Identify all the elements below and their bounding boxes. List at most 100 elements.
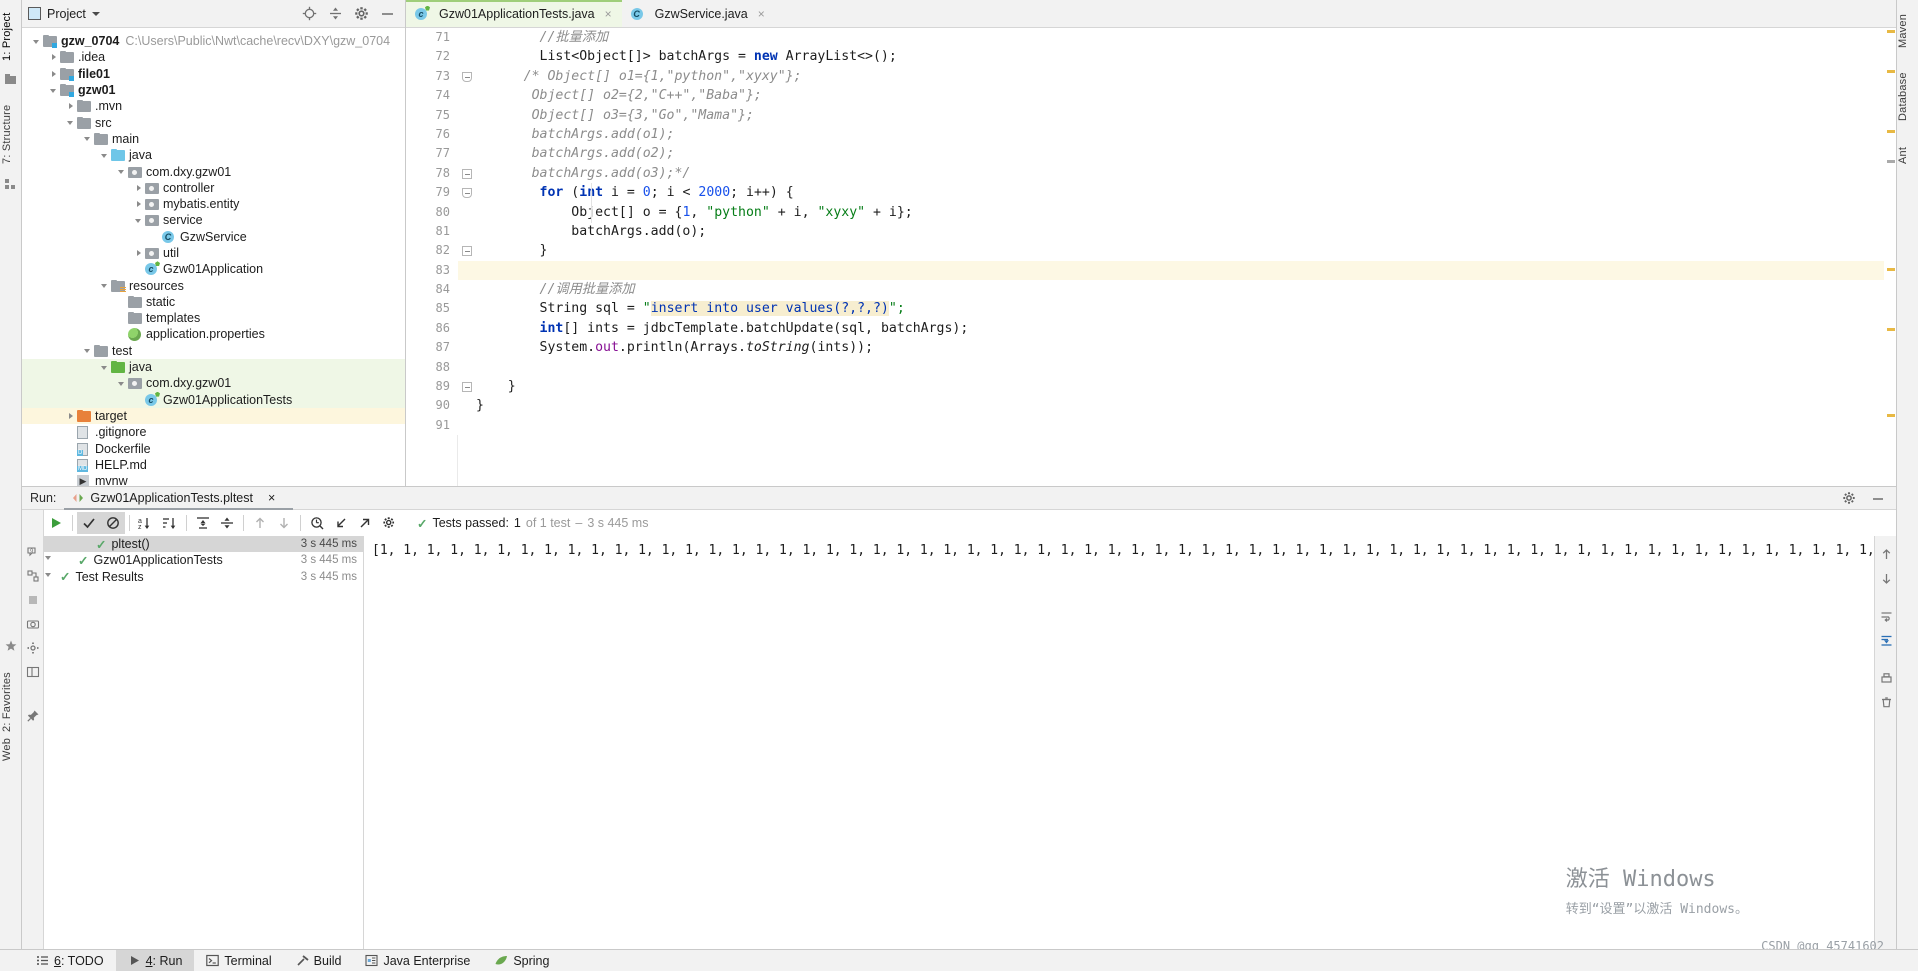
- tree-expand-arrow[interactable]: [100, 362, 111, 373]
- pin-icon[interactable]: [22, 704, 44, 728]
- fold-gutter[interactable]: [458, 183, 476, 202]
- collapse-frame-icon[interactable]: 9: [22, 540, 44, 564]
- editor-tab[interactable]: c Gzw01ApplicationTests.java ×: [406, 0, 622, 27]
- fold-gutter[interactable]: [458, 377, 476, 396]
- project-tree-item[interactable]: controller: [22, 180, 405, 196]
- fold-gutter[interactable]: [458, 396, 476, 415]
- project-tree-item[interactable]: util: [22, 245, 405, 261]
- fold-gutter[interactable]: [458, 125, 476, 144]
- run-side-toolbar[interactable]: 9: [22, 510, 44, 957]
- tree-expand-arrow[interactable]: [117, 313, 128, 324]
- console-output-panel[interactable]: [1, 1, 1, 1, 1, 1, 1, 1, 1, 1, 1, 1, 1, …: [364, 536, 1896, 957]
- code-line[interactable]: 84 //调用批量添加: [406, 280, 1896, 300]
- tree-expand-arrow[interactable]: [66, 101, 77, 112]
- sidebar-tab-ant[interactable]: Ant: [1897, 140, 1917, 170]
- scroll-to-end-icon[interactable]: [1875, 628, 1896, 652]
- project-tree-item[interactable]: main: [22, 131, 405, 147]
- tree-expand-arrow[interactable]: [134, 394, 145, 405]
- locate-icon[interactable]: [302, 6, 317, 21]
- project-tree-item[interactable]: c Gzw01Application: [22, 261, 405, 277]
- fold-gutter[interactable]: [458, 280, 476, 299]
- tree-expand-arrow[interactable]: [83, 133, 94, 144]
- settings-icon[interactable]: [22, 636, 44, 660]
- tree-expand-arrow[interactable]: [117, 329, 128, 340]
- code-line[interactable]: 79 for (int i = 0; i < 2000; i++) {: [406, 183, 1896, 203]
- fold-gutter[interactable]: [458, 203, 476, 222]
- settings-gear-icon[interactable]: [1842, 491, 1857, 506]
- tree-expand-arrow[interactable]: [134, 248, 145, 259]
- close-icon[interactable]: ×: [259, 491, 285, 505]
- test-results-tree[interactable]: ✓ pltest() 3 s 445 ms ✓ Gzw01ApplicationTest…: [44, 536, 436, 957]
- fold-gutter[interactable]: [458, 319, 476, 338]
- show-passed-icon[interactable]: [77, 512, 101, 534]
- tree-expand-arrow[interactable]: [32, 36, 43, 47]
- camera-icon[interactable]: [22, 612, 44, 636]
- status-bar-item-build[interactable]: Build: [284, 950, 354, 971]
- fold-gutter[interactable]: [458, 222, 476, 241]
- run-configuration-tab[interactable]: Gzw01ApplicationTests.pltest ×: [64, 486, 294, 510]
- project-tree-item[interactable]: test: [22, 343, 405, 359]
- project-tree-item[interactable]: .mvn: [22, 98, 405, 114]
- import-icon[interactable]: [329, 512, 353, 534]
- project-tree-item[interactable]: mybatis.entity: [22, 196, 405, 212]
- code-line[interactable]: 85 String sql = "insert into user values…: [406, 299, 1896, 319]
- marker-info[interactable]: [1887, 160, 1895, 163]
- fold-gutter[interactable]: [458, 67, 476, 86]
- tree-expand-arrow[interactable]: [117, 166, 128, 177]
- fold-gutter[interactable]: [458, 164, 476, 183]
- editor-tab-bar[interactable]: c Gzw01ApplicationTests.java × C GzwService.…: [406, 0, 1896, 28]
- code-line[interactable]: 83: [406, 260, 1896, 281]
- fold-gutter[interactable]: [458, 358, 476, 377]
- layout-icon[interactable]: [22, 660, 44, 684]
- status-bar-item-java-enterprise[interactable]: Java Enterprise: [353, 950, 482, 971]
- code-line[interactable]: 89 }: [406, 377, 1896, 397]
- marker-warning[interactable]: [1887, 130, 1895, 133]
- settings-gear-icon[interactable]: [377, 512, 401, 534]
- project-tree-item[interactable]: MD HELP.md: [22, 457, 405, 473]
- tree-expand-arrow[interactable]: [49, 68, 60, 79]
- fold-gutter[interactable]: [458, 416, 476, 435]
- project-tree-item[interactable]: resources: [22, 277, 405, 293]
- project-tree-item[interactable]: .gitignore: [22, 424, 405, 440]
- sort-alpha-icon[interactable]: az: [134, 512, 158, 534]
- scroll-down-icon[interactable]: [1875, 566, 1896, 590]
- scroll-up-icon[interactable]: [1875, 542, 1896, 566]
- marker-warning[interactable]: [1887, 328, 1895, 331]
- project-tree-item[interactable]: java: [22, 358, 405, 376]
- stop-icon[interactable]: [22, 588, 44, 612]
- code-line[interactable]: 73 /* Object[] o1={1,"python","xyxy"};: [406, 66, 1896, 87]
- print-icon[interactable]: [1875, 666, 1896, 690]
- project-tree-item[interactable]: service: [22, 212, 405, 228]
- status-bar-item-6-todo[interactable]: 6: TODO: [24, 950, 116, 971]
- project-tree-item[interactable]: gzw01: [22, 82, 405, 98]
- tree-expand-arrow[interactable]: [134, 215, 145, 226]
- fold-region-icon[interactable]: [462, 382, 472, 393]
- tree-expand-arrow[interactable]: [134, 264, 145, 275]
- ignore-tests-icon[interactable]: [101, 512, 125, 534]
- tree-expand-arrow[interactable]: [66, 410, 77, 421]
- code-line[interactable]: 90}: [406, 396, 1896, 416]
- project-tree-item[interactable]: templates: [22, 310, 405, 326]
- code-editor[interactable]: 71 //批量添加 72 List<Object[]> batchArgs = n…: [406, 28, 1896, 486]
- project-tree-item[interactable]: D Dockerfile: [22, 440, 405, 456]
- editor-tab[interactable]: C GzwService.java ×: [622, 0, 775, 27]
- tree-expand-arrow[interactable]: [83, 345, 94, 356]
- code-line[interactable]: 87 System.out.println(Arrays.toString(in…: [406, 338, 1896, 358]
- code-line[interactable]: 75 Object[] o3={3,"Go","Mama"};: [406, 105, 1896, 125]
- code-line[interactable]: 86 int[] ints = jdbcTemplate.batchUpdate…: [406, 318, 1896, 339]
- project-tree-item[interactable]: static: [22, 294, 405, 310]
- fold-gutter[interactable]: [458, 86, 476, 105]
- rerun-failed-icon[interactable]: [22, 564, 44, 588]
- tree-expand-arrow[interactable]: [134, 182, 145, 193]
- code-line[interactable]: 74 Object[] o2={2,"C++","Baba"};: [406, 86, 1896, 106]
- settings-gear-icon[interactable]: [354, 6, 369, 21]
- collapse-all-icon[interactable]: [215, 512, 239, 534]
- fold-gutter[interactable]: [458, 261, 476, 280]
- code-line[interactable]: 82 }: [406, 241, 1896, 261]
- sidebar-tab-project[interactable]: 1: Project: [1, 6, 21, 68]
- close-icon[interactable]: ×: [758, 7, 765, 21]
- tree-expand-arrow[interactable]: [66, 117, 77, 128]
- sidebar-tab-structure[interactable]: 7: Structure: [1, 95, 21, 173]
- status-bar-item-spring[interactable]: Spring: [482, 950, 561, 971]
- code-line[interactable]: 71 //批量添加: [406, 28, 1896, 48]
